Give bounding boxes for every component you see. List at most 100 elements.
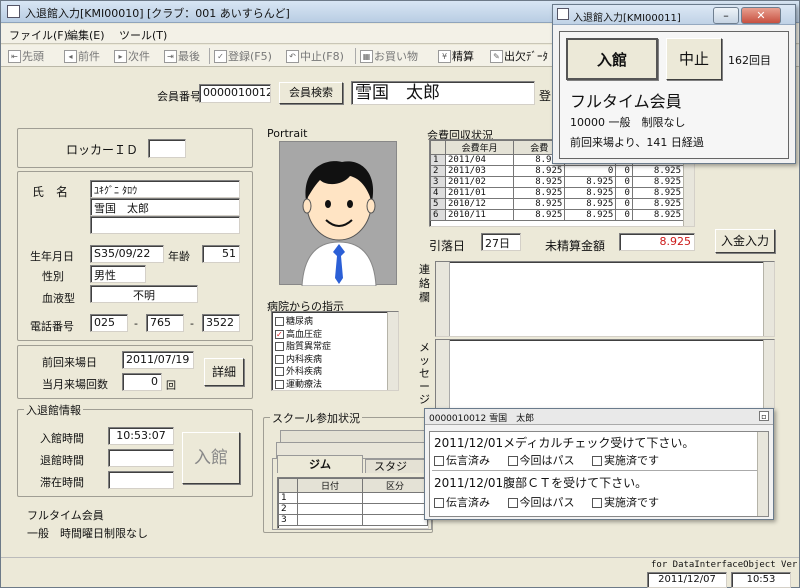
hospital-scrollbar[interactable] [387, 312, 398, 390]
tab-gym[interactable]: ジム [277, 455, 363, 473]
tab-studio[interactable]: スタジ [365, 459, 425, 473]
message-1-done-checkbox[interactable]: 実施済です [592, 454, 659, 467]
school-type-cell[interactable] [362, 514, 428, 526]
fees-cell: 8.925 [564, 176, 617, 188]
message-popup-body: 2011/12/01メディカルチェック受けて下さい。 伝言済み 今回はパス 実施… [429, 431, 769, 517]
phone-line-field[interactable]: 3522 [202, 314, 240, 332]
hospital-item[interactable]: 脂質異常症 [275, 339, 331, 352]
register-button[interactable]: ✓ 登録(F5) [213, 48, 272, 64]
phone-prefix-field[interactable]: 765 [146, 314, 184, 332]
last-icon: ⇥ [164, 50, 177, 63]
restore-icon[interactable]: ▫ [759, 411, 769, 421]
checkbox-icon[interactable] [275, 317, 284, 326]
hospital-item-label: 糖尿病 [286, 317, 314, 327]
fees-cell: 8.925 [513, 198, 566, 210]
fees-row[interactable]: 4 2011/01 8.925 8.925 0 8.925 [430, 187, 685, 199]
first-button[interactable]: ⇤ 先頭 [7, 48, 44, 64]
stay-time-field[interactable] [108, 471, 174, 489]
fees-cell: 8.925 [631, 209, 685, 221]
contact-scrollbar[interactable] [763, 262, 774, 336]
visit-count-label: 当月来場回数 [42, 378, 108, 391]
message-scrollbar[interactable] [763, 340, 774, 408]
member-search-button[interactable]: 会員検索 [279, 82, 343, 104]
message-list[interactable] [435, 339, 775, 409]
message-2-pass-checkbox[interactable]: 今回はパス [507, 496, 575, 509]
message-2-checks: 伝言済み 今回はパス 実施済です [434, 494, 714, 510]
fees-row-number: 3 [430, 176, 446, 188]
last-button[interactable]: ⇥ 最後 [163, 48, 200, 64]
checkbox-icon[interactable] [275, 379, 284, 389]
menu-tools[interactable]: ツール(T) [119, 27, 167, 43]
out-time-field[interactable] [108, 449, 174, 467]
menu-file[interactable]: ファイル(F) [9, 27, 68, 43]
checked-checkbox-icon[interactable]: ✓ [275, 329, 284, 339]
fees-row[interactable]: 3 2011/02 8.925 8.925 0 8.925 [430, 176, 685, 188]
next-button[interactable]: ▸ 次件 [113, 48, 150, 64]
undo-icon: ↶ [286, 50, 299, 63]
hospital-list[interactable]: 糖尿病 ✓ 高血圧症脂質異常症 内科疾病 外科疾病運動療法 [271, 311, 399, 391]
message-popup-scrollbar[interactable] [757, 432, 768, 516]
message-1-pass-checkbox[interactable]: 今回はパス [507, 454, 575, 467]
entry-group-label: 入退館情報 [24, 402, 83, 418]
name-extra-field[interactable] [90, 216, 240, 234]
popup-member-type: フルタイム会員 [570, 92, 682, 111]
contact-row-headers [436, 262, 450, 336]
close-button[interactable]: ✕ [741, 7, 781, 24]
contact-list[interactable] [435, 261, 775, 337]
shopping-button[interactable]: ▦ お買い物 [359, 48, 418, 64]
message-label: メッセージ [419, 341, 430, 406]
message-row-headers [436, 340, 450, 408]
fees-cell: 0 [615, 165, 633, 177]
school-label: スクール参加状況 [270, 410, 362, 426]
name-kanji-field[interactable]: 雪国 太郎 [90, 198, 240, 216]
fees-row[interactable]: 5 2010/12 8.925 8.925 0 8.925 [430, 198, 685, 210]
gender-field[interactable]: 男性 [90, 265, 146, 283]
enter-button[interactable]: 入館 [182, 432, 240, 484]
hospital-item-label: 高血圧症 [286, 329, 323, 340]
school-date-cell[interactable] [297, 503, 363, 515]
cancel-button[interactable]: ↶ 中止(F8) [285, 48, 344, 64]
school-date-cell[interactable] [297, 514, 363, 526]
hospital-item[interactable]: 外科疾病 [275, 364, 322, 377]
checkbox-icon[interactable] [275, 342, 284, 351]
message-2-done-checkbox[interactable]: 実施済です [592, 496, 659, 509]
birth-label: 生年月日 [30, 250, 74, 263]
popup-cancel-button[interactable]: 中止 [666, 38, 722, 80]
fees-row[interactable]: 2 2011/03 8.925 0 0 8.925 [430, 165, 685, 177]
hospital-item-label: 運動療法 [286, 379, 323, 390]
member-number-field[interactable]: 0000010012 [199, 84, 271, 103]
debit-field: 27日 [481, 233, 521, 251]
school-group: スクール参加状況 ジム スタジ 日付 区分 1 2 3 [263, 410, 433, 533]
hospital-item[interactable]: 運動療法 [275, 377, 322, 390]
message-2-relayed-checkbox[interactable]: 伝言済み [434, 496, 490, 509]
age-label: 年齢 [168, 250, 190, 263]
phone-area-field[interactable]: 025 [90, 314, 128, 332]
portrait-label: Portrait [265, 127, 310, 140]
school-type-cell[interactable] [362, 503, 428, 515]
school-type-cell[interactable] [362, 492, 428, 504]
detail-button[interactable]: 詳細 [204, 358, 244, 386]
school-date-cell[interactable] [297, 492, 363, 504]
menu-edit[interactable]: 編集(E) [67, 27, 105, 43]
locker-field[interactable] [148, 139, 186, 158]
in-time-field[interactable]: 10:53:07 [108, 427, 174, 445]
hospital-item[interactable]: ✓ 高血圧症 [275, 327, 322, 340]
popup-enter-button[interactable]: 入館 [566, 38, 658, 80]
minimize-button[interactable]: – [713, 7, 739, 24]
deposit-button[interactable]: 入金入力 [715, 229, 775, 253]
checkbox-icon[interactable] [275, 354, 284, 364]
attendance-button[interactable]: ✎ 出欠ﾃﾞｰﾀ [489, 48, 548, 64]
settle-button[interactable]: ¥ 精算 [437, 48, 474, 64]
name-kana-field[interactable]: ﾕｷｸﾞﾆ ﾀﾛｳ [90, 180, 240, 198]
prev-button[interactable]: ◂ 前件 [63, 48, 100, 64]
popup-plan: 10000 一般 制限なし [570, 116, 686, 129]
hospital-item[interactable]: 糖尿病 [275, 314, 313, 327]
checkbox-icon[interactable] [275, 367, 284, 376]
message-1-relayed-checkbox[interactable]: 伝言済み [434, 454, 490, 467]
hospital-item[interactable]: 内科疾病 [275, 352, 322, 365]
blood-field[interactable]: 不明 [90, 285, 198, 303]
visit-group: 前回来場日 2011/07/19 当月来場回数 0 回 詳細 [17, 345, 253, 399]
fees-row[interactable]: 6 2010/11 8.925 8.925 0 8.925 [430, 209, 685, 221]
hospital-item-label: 脂質異常症 [286, 342, 332, 352]
birth-field[interactable]: S35/09/22 [90, 245, 164, 263]
